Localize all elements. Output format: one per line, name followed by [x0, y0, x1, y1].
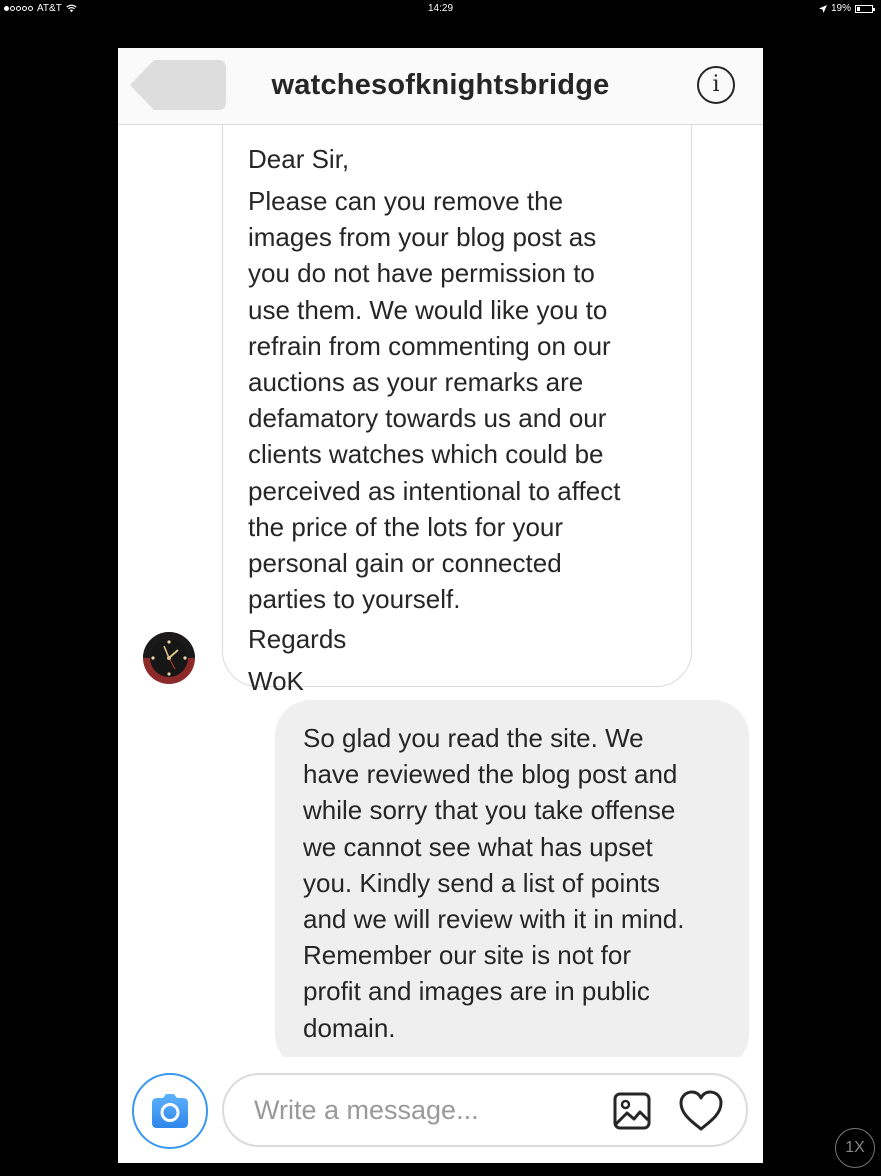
conversation-title[interactable]: watchesofknightsbridge	[118, 69, 763, 102]
battery-info: 19%	[818, 3, 875, 14]
direct-message-screen: watchesofknightsbridge i Dear Sir, Pleas…	[118, 48, 763, 1163]
watch-avatar-icon	[142, 631, 196, 685]
info-icon: i	[712, 72, 720, 97]
camera-button[interactable]	[132, 1073, 208, 1149]
battery-icon	[855, 4, 875, 13]
clock: 14:29	[427, 3, 454, 14]
image-icon	[613, 1092, 651, 1130]
message-composer	[118, 1060, 763, 1163]
location-arrow-icon	[818, 4, 827, 13]
outgoing-message-text: So glad you read the site. We have revie…	[303, 723, 685, 1043]
message-thread[interactable]: Dear Sir, Please can you remove the imag…	[118, 125, 763, 1057]
conversation-header: watchesofknightsbridge i	[118, 48, 763, 125]
message-greeting: Dear Sir,	[248, 144, 350, 174]
incoming-message-text: Dear Sir, Please can you remove the imag…	[248, 144, 678, 701]
heart-icon	[679, 1090, 723, 1131]
info-button[interactable]: i	[697, 66, 735, 104]
status-bar: AT&T 14:29 19%	[0, 0, 881, 18]
message-signature: WoK	[248, 666, 304, 697]
gallery-button[interactable]	[612, 1091, 652, 1131]
message-input-container[interactable]	[222, 1073, 748, 1147]
camera-icon	[152, 1094, 188, 1128]
message-input[interactable]	[254, 1093, 584, 1127]
sender-avatar[interactable]	[142, 631, 196, 685]
message-body: Please can you remove the images from yo…	[248, 186, 621, 615]
battery-percent: 19%	[830, 3, 851, 14]
zoom-button[interactable]: 1X	[835, 1128, 875, 1168]
message-closing: Regards	[248, 624, 347, 655]
like-button[interactable]	[678, 1089, 724, 1133]
